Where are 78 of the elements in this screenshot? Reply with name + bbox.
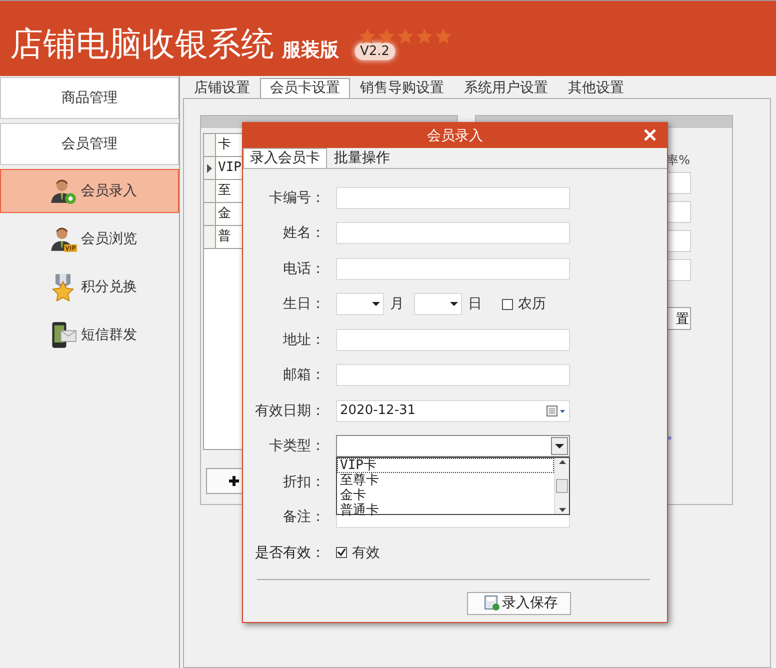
table-cell-text: 普 — [217, 228, 231, 246]
sidebar-item-label: 会员浏览 — [81, 230, 137, 248]
sidebar-item-label: 短信群发 — [81, 326, 137, 344]
table-cell-text: VIP — [217, 159, 242, 177]
settings-tab[interactable]: 其他设置 — [558, 78, 634, 98]
field-label: 有效日期： — [254, 402, 325, 420]
table-cell-text: 金 — [217, 205, 231, 223]
day-dropdown[interactable] — [414, 293, 462, 316]
input-field[interactable] — [336, 258, 570, 280]
sidebar-item[interactable]: 积分兑换 — [0, 265, 179, 309]
checkbox-label: 农历 — [518, 295, 546, 314]
row-pointer-icon — [207, 164, 212, 172]
scroll-down-icon[interactable] — [558, 508, 566, 512]
row-header[interactable] — [204, 157, 216, 179]
dialog-tab[interactable]: 批量操作 — [327, 148, 397, 168]
settings-tab[interactable]: 店铺设置 — [184, 78, 260, 98]
dropdown-option[interactable]: VIP卡 — [337, 458, 554, 472]
input-field[interactable] — [336, 364, 570, 386]
dialog-tab[interactable]: 录入会员卡 — [243, 148, 327, 168]
table-cell-text: 至 — [217, 182, 231, 200]
sidebar-section[interactable]: 商品管理 — [0, 77, 179, 119]
field-label: 是否有效： — [254, 544, 325, 562]
calendar-icon — [546, 404, 566, 417]
phone-message-icon — [49, 321, 77, 349]
star-icon — [378, 28, 395, 45]
field-label: 备注： — [282, 508, 325, 526]
save-button[interactable]: 录入保存 — [467, 592, 571, 614]
sidebar-item[interactable]: 会员录入 — [0, 169, 179, 213]
month-label: 月 — [390, 295, 404, 314]
field-label: 生日： — [282, 295, 325, 314]
user-vip-icon — [49, 225, 77, 253]
scrollbar[interactable] — [554, 458, 569, 514]
caret-icon — [372, 302, 380, 307]
column-header: 率% — [666, 152, 690, 169]
caret-icon — [555, 444, 564, 449]
sidebar-item[interactable]: 短信群发 — [0, 313, 179, 357]
card-type-dropdown[interactable] — [336, 435, 570, 458]
help-link[interactable]: 。 — [667, 425, 680, 443]
user-add-icon — [49, 177, 77, 205]
caret-icon — [450, 302, 458, 307]
lunar-checkbox[interactable] — [502, 298, 513, 310]
sidebar-section[interactable]: 会员管理 — [0, 123, 179, 165]
field-label: 折扣： — [282, 472, 325, 491]
star-icon — [396, 28, 414, 45]
settings-tab[interactable]: 销售导购设置 — [350, 78, 454, 98]
field-label: 电话： — [282, 260, 325, 278]
input-field[interactable] — [336, 186, 570, 209]
field-label: 卡编号： — [268, 188, 325, 207]
dialog-title: 会员录入 — [427, 126, 483, 144]
checkbox-label: 有效 — [352, 544, 380, 562]
input-field[interactable] — [336, 222, 570, 244]
date-picker[interactable]: 2020-12-31 — [336, 400, 570, 422]
valid-checkbox[interactable] — [336, 547, 347, 558]
star-icon — [434, 28, 452, 45]
edition-label: 服装版 — [282, 38, 339, 62]
dropdown-option[interactable]: 普通卡 — [337, 502, 554, 518]
input-field[interactable] — [336, 328, 570, 351]
plus-icon — [229, 476, 239, 486]
scroll-up-icon[interactable] — [558, 460, 566, 464]
app-title: 店铺电脑收银系统 — [10, 24, 274, 64]
month-dropdown[interactable] — [336, 293, 384, 316]
field-label: 姓名： — [282, 224, 325, 242]
sidebar-item-label: 会员录入 — [81, 182, 137, 200]
version-label: V2.2 — [355, 43, 395, 60]
settings-tab[interactable]: 系统用户设置 — [454, 78, 558, 98]
star-icon — [358, 28, 376, 45]
dropdown-option[interactable]: 至尊卡 — [337, 472, 554, 488]
field-label: 地址： — [282, 330, 325, 349]
star-icon — [416, 28, 433, 45]
settings-tab[interactable]: 会员卡设置 — [260, 78, 350, 98]
dropdown-option[interactable]: 金卡 — [337, 488, 554, 502]
field-label: 卡类型： — [268, 437, 325, 456]
column-header: 卡 — [217, 136, 231, 154]
day-label: 日 — [468, 295, 482, 314]
sidebar-item[interactable]: 会员浏览 — [0, 217, 179, 261]
sidebar-item-label: 积分兑换 — [81, 278, 137, 296]
field-label: 邮箱： — [282, 366, 325, 384]
save-icon — [484, 595, 500, 611]
